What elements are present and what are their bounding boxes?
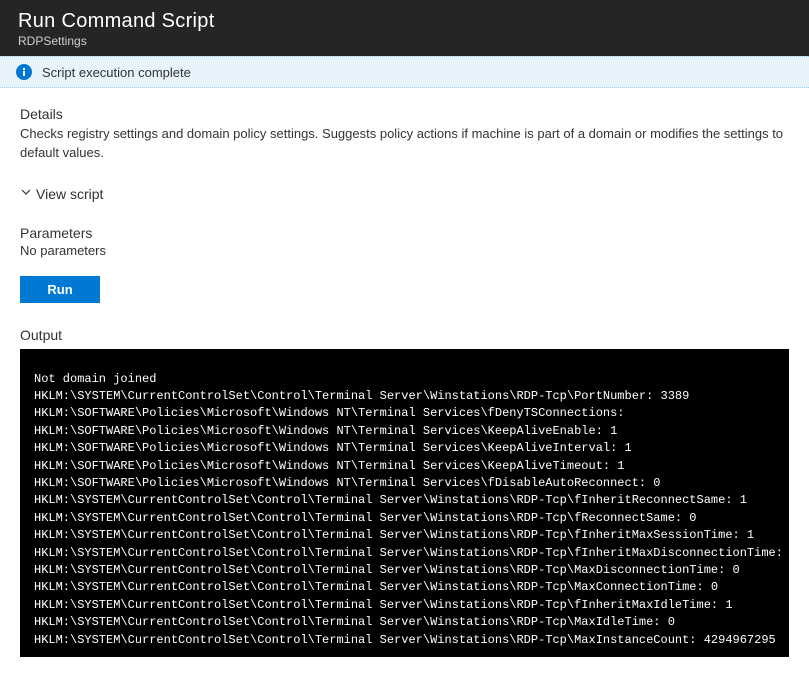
status-bar: Script execution complete [0,56,809,88]
info-icon [16,64,32,80]
status-message: Script execution complete [42,65,191,80]
chevron-down-icon [20,185,32,203]
details-heading: Details [20,106,789,122]
page-subtitle: RDPSettings [18,34,791,48]
view-script-toggle[interactable]: View script [20,185,789,203]
run-button[interactable]: Run [20,276,100,303]
output-console: Not domain joined HKLM:\SYSTEM\CurrentCo… [20,349,789,657]
details-text: Checks registry settings and domain poli… [20,125,789,163]
page-title: Run Command Script [18,10,791,33]
parameters-text: No parameters [20,243,789,258]
view-script-label: View script [36,186,103,202]
header: Run Command Script RDPSettings [0,0,809,56]
content-area: Details Checks registry settings and dom… [0,88,809,677]
parameters-heading: Parameters [20,225,789,241]
output-heading: Output [20,327,789,343]
